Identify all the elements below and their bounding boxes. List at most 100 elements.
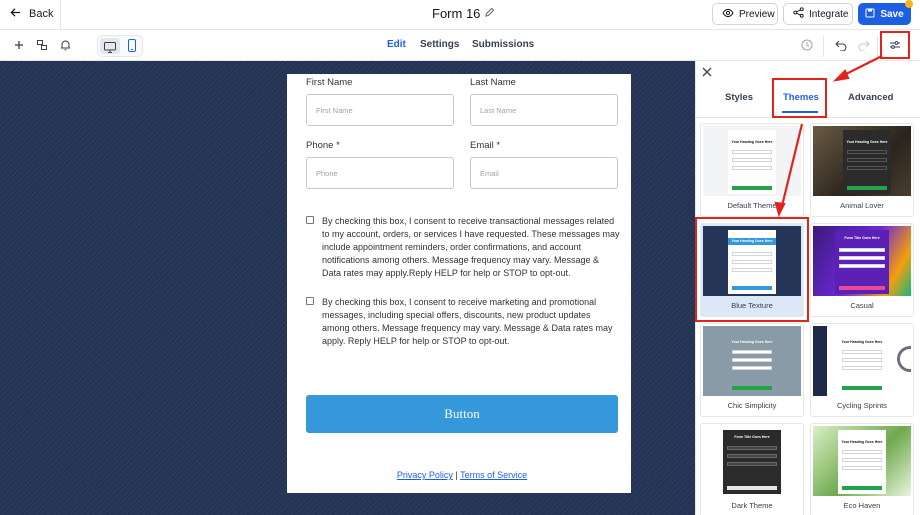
top-bar: Back Form 16 Preview Integrate Save: [0, 0, 920, 30]
privacy-policy-link[interactable]: Privacy Policy: [397, 470, 453, 480]
consent-marketing-checkbox[interactable]: [306, 297, 314, 305]
tab-submissions[interactable]: Submissions: [472, 39, 534, 50]
required-mark: *: [496, 140, 501, 151]
divider: [823, 35, 824, 57]
thumbnail-field: [847, 158, 887, 162]
theme-thumbnail: Form Title Goes Here: [813, 226, 911, 296]
thumbnail-form: Your Heading Goes Here: [838, 430, 886, 494]
thumbnail-heading: Your Heading Goes Here: [731, 340, 773, 344]
theme-card-cycling-sprints[interactable]: Your Heading Goes Here Cycling Sprints: [810, 323, 914, 417]
consent-transactional-text: By checking this box, I consent to recei…: [322, 216, 620, 278]
last-name-input[interactable]: Last Name: [470, 94, 618, 126]
share-icon: [793, 7, 804, 21]
pencil-icon[interactable]: [484, 6, 495, 21]
plus-icon[interactable]: [12, 38, 26, 52]
thumbnail-button: [732, 386, 772, 390]
thumbnail-stripe: [813, 326, 827, 396]
thumbnail-form: Your Heading Goes Here: [843, 130, 891, 194]
link-separator: |: [452, 470, 461, 480]
preview-button[interactable]: Preview: [712, 3, 778, 25]
tab-styles[interactable]: Styles: [725, 92, 753, 103]
theme-name: Animal Lover: [840, 201, 884, 210]
thumbnail-form: Your Heading Goes Here: [728, 330, 776, 394]
theme-name: Cycling Sprints: [836, 401, 888, 410]
thumbnail-field: [842, 450, 882, 454]
thumbnail-button: [847, 186, 887, 190]
divider: [60, 0, 61, 30]
phone-label-text: Phone: [306, 140, 334, 151]
thumbnail-button: [727, 486, 777, 490]
undo-icon[interactable]: [834, 38, 848, 52]
tab-edit[interactable]: Edit: [387, 39, 406, 50]
theme-name: Casual: [850, 301, 874, 310]
theme-name: Dark Theme: [731, 501, 773, 510]
thumbnail-field: [847, 166, 887, 170]
tab-settings[interactable]: Settings: [420, 39, 459, 50]
form-submit-button[interactable]: Button: [306, 395, 618, 433]
thumbnail-form: Form Title Goes Here: [723, 430, 781, 494]
theme-thumbnail: Your Heading Goes Here: [813, 326, 911, 396]
thumbnail-heading: Form Title Goes Here: [734, 435, 770, 439]
mobile-icon[interactable]: [128, 39, 136, 57]
phone-input[interactable]: Phone: [306, 157, 454, 189]
thumbnail-field: [732, 366, 772, 370]
thumbnail-heading: Your Heading Goes Here: [731, 140, 773, 144]
theme-card-eco-haven[interactable]: Your Heading Goes Here Eco Haven: [810, 423, 914, 515]
theme-name: Default Theme: [727, 201, 777, 210]
thumbnail-heading: Your Heading Goes Here: [846, 140, 888, 144]
thumbnail-field: [727, 462, 777, 466]
consent-marketing-text: By checking this box, I consent to recei…: [322, 297, 613, 346]
phone-label: Phone *: [306, 140, 340, 151]
theme-card-dark-theme[interactable]: Form Title Goes Here Dark Theme: [700, 423, 804, 515]
thumbnail-button: [732, 186, 772, 190]
integrate-label: Integrate: [809, 8, 849, 20]
theme-thumbnail: Your Heading Goes Here: [703, 126, 801, 196]
tab-advanced[interactable]: Advanced: [848, 92, 893, 103]
theme-thumbnail: Your Heading Goes Here: [703, 326, 801, 396]
theme-card-default-theme[interactable]: Your Heading Goes Here Default Theme: [700, 123, 804, 217]
back-button[interactable]: Back: [10, 7, 53, 21]
close-icon[interactable]: [702, 66, 712, 80]
thumbnail-field: [839, 248, 885, 252]
first-name-input[interactable]: First Name: [306, 94, 454, 126]
email-label: Email *: [470, 140, 500, 151]
thumbnail-form: Form Title Goes Here: [835, 230, 889, 294]
bell-icon[interactable]: [58, 38, 72, 52]
form-footer-links: Privacy Policy | Terms of Service: [306, 470, 618, 480]
thumbnail-heading: Form Title Goes Here: [844, 236, 880, 240]
form-title[interactable]: Form 16: [432, 6, 495, 21]
layers-icon[interactable]: [35, 38, 49, 52]
theme-card-animal-lover[interactable]: Your Heading Goes Here Animal Lover: [810, 123, 914, 217]
unsaved-indicator-dot: [905, 0, 913, 8]
thumbnail-field: [839, 264, 885, 268]
arrow-left-icon: [10, 7, 21, 21]
save-button[interactable]: Save: [858, 3, 911, 25]
thumbnail-field: [727, 454, 777, 458]
thumbnail-field: [732, 350, 772, 354]
terms-of-service-link[interactable]: Terms of Service: [460, 470, 527, 480]
integrate-button[interactable]: Integrate: [783, 3, 853, 25]
history-icon[interactable]: [800, 38, 814, 52]
thumbnail-form: Your Heading Goes Here: [838, 330, 886, 394]
theme-card-casual[interactable]: Form Title Goes Here Casual: [810, 223, 914, 317]
theme-card-chic-simplicity[interactable]: Your Heading Goes Here Chic Simplicity: [700, 323, 804, 417]
thumbnail-field: [732, 358, 772, 362]
thumbnail-heading: Your Heading Goes Here: [841, 440, 883, 444]
consent-transactional-checkbox[interactable]: [306, 216, 314, 224]
thumbnail-field: [842, 366, 882, 370]
thumbnail-field: [842, 466, 882, 470]
theme-thumbnail: Your Heading Goes Here: [813, 126, 911, 196]
redo-icon[interactable]: [857, 38, 871, 52]
theme-name: Eco Haven: [843, 501, 881, 510]
floppy-disk-icon: [865, 8, 875, 21]
thumbnail-field: [732, 158, 772, 162]
desktop-icon[interactable]: [104, 40, 116, 58]
email-input[interactable]: Email: [470, 157, 618, 189]
thumbnail-field: [727, 446, 777, 450]
required-mark: *: [336, 140, 340, 151]
back-label: Back: [29, 8, 54, 20]
preview-label: Preview: [739, 8, 775, 20]
thumbnail-field: [732, 166, 772, 170]
thumbnail-button: [842, 486, 882, 490]
thumbnail-field: [839, 256, 885, 260]
